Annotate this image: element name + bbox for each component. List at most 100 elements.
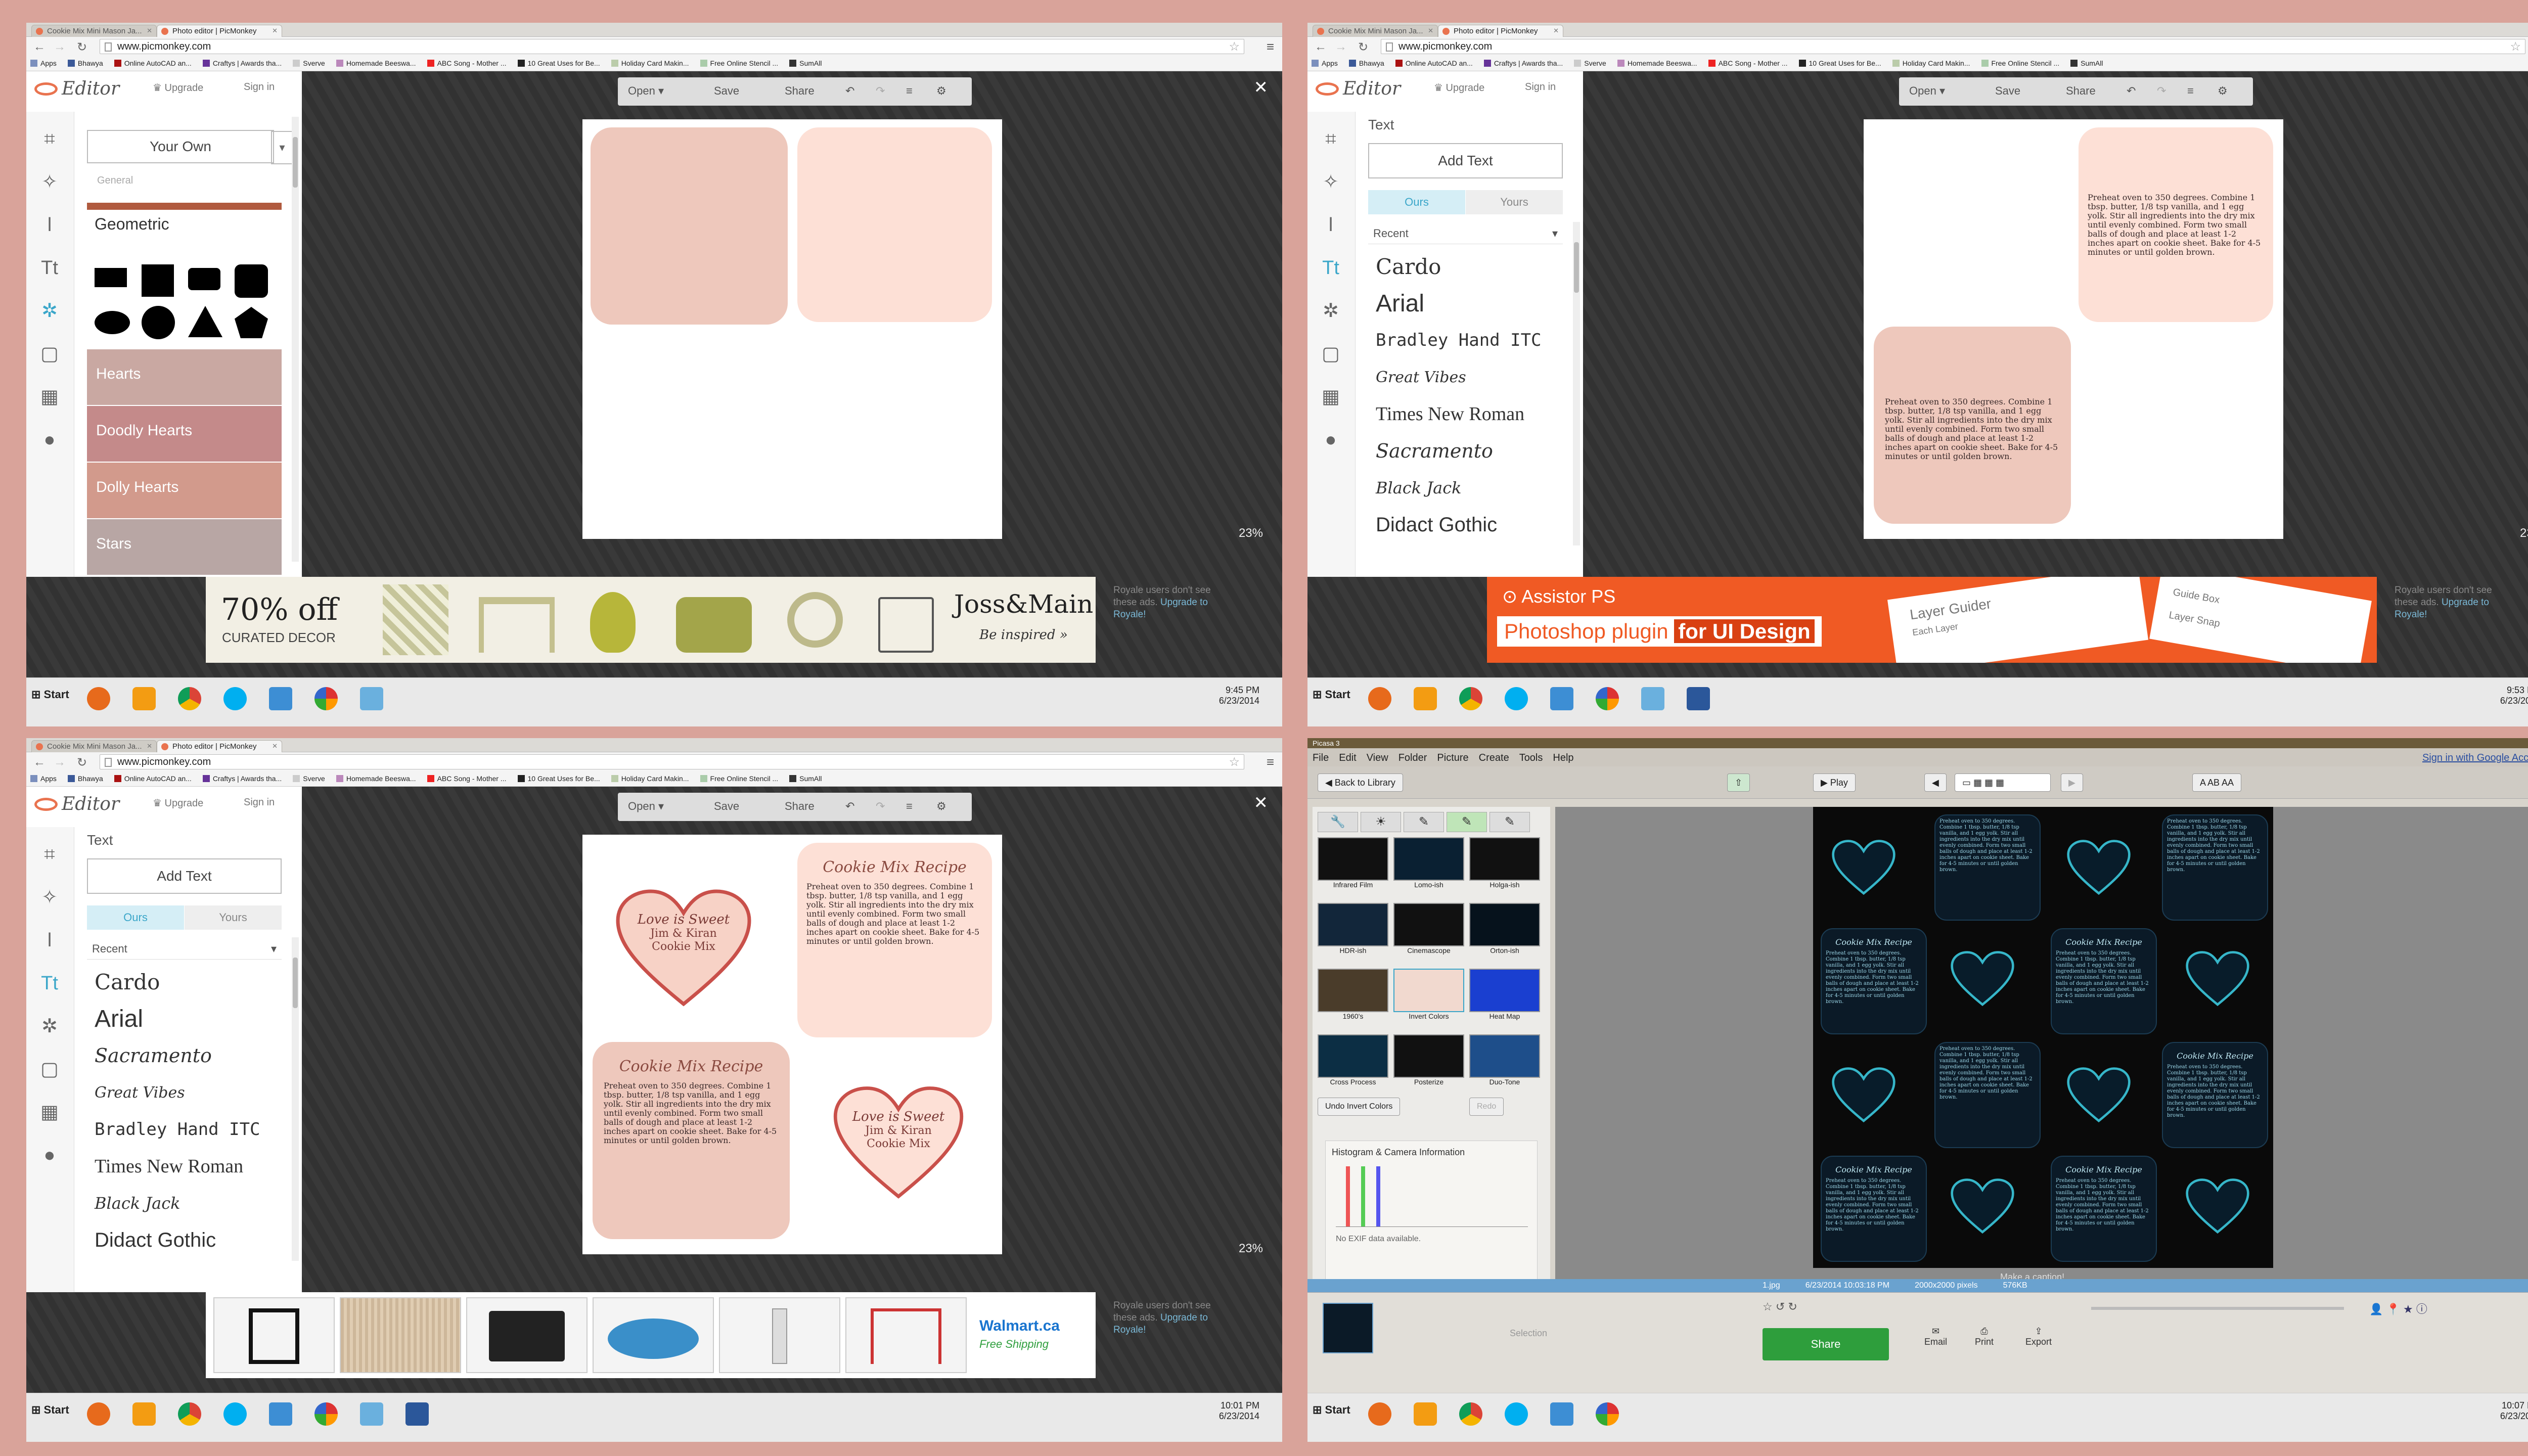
skype-icon[interactable] [223,1402,247,1426]
add-text-button[interactable]: Add Text [1368,143,1563,178]
font-item[interactable]: Didact Gothic [95,1222,292,1259]
category-doodly-hearts[interactable]: Doodly Hearts [87,406,282,462]
frame-icon[interactable]: ▢ [37,342,62,366]
settings-gear-icon[interactable]: ⚙ [936,800,946,813]
bookmark-abc-song[interactable]: ABC Song - Mother ... [427,59,507,67]
font-list-scrollbar[interactable] [292,937,299,1261]
ad-banner[interactable]: 70% off CURATED DECOR Joss&Main Be inspi… [206,577,1096,663]
bookmark-bhawya[interactable]: Bhawya [67,775,103,783]
general-dropdown[interactable]: General [97,175,133,187]
close-tab-icon[interactable]: ✕ [1428,27,1433,35]
effect-posterize[interactable]: Posterize [1393,1034,1464,1090]
settings-gear-icon[interactable]: ⚙ [936,84,946,98]
brush-icon[interactable]: ǀ [1319,213,1343,237]
crop-icon[interactable]: ⌗ [37,842,62,867]
layers-icon[interactable]: ≡ [906,84,913,98]
font-item[interactable]: Arial [1376,285,1573,322]
effect-heat-map[interactable]: Heat Map [1469,969,1540,1024]
close-tab-icon[interactable]: ✕ [272,742,278,750]
text-tool-icon[interactable]: Tt [1319,256,1343,280]
menu-edit[interactable]: Edit [1339,752,1356,764]
magic-wand-icon[interactable]: ✧ [1319,170,1343,194]
editor-canvas[interactable] [582,119,1002,539]
view-mode-icons[interactable]: ▭ ▦ ▦ ▦ [1955,774,2051,792]
menu-icon[interactable]: ≡ [1267,39,1274,55]
media-player-icon[interactable] [132,687,156,710]
redo-icon[interactable]: ↷ [876,84,885,98]
media-player-icon[interactable] [132,1402,156,1426]
upgrade-link[interactable]: ♛ Upgrade [153,797,203,809]
prev-image-icon[interactable]: ◀ [1924,774,1947,792]
save-button[interactable]: Save [1995,84,2020,98]
picasa-icon[interactable] [314,687,338,710]
open-menu[interactable]: Open ▾ [628,800,664,813]
menu-picture[interactable]: Picture [1437,752,1468,764]
bookmark-sumall[interactable]: SumAll [789,59,822,67]
category-dolly-hearts[interactable]: Dolly Hearts [87,463,282,518]
menu-help[interactable]: Help [1553,752,1573,764]
menu-folder[interactable]: Folder [1398,752,1427,764]
bookmark-autocad[interactable]: Online AutoCAD an... [1395,59,1473,67]
save-button[interactable]: Save [714,84,739,98]
start-button[interactable]: ⊞ Start [1313,688,1350,701]
bookmark-sumall[interactable]: SumAll [789,775,822,783]
recipe-card-bottom[interactable]: Cookie Mix Recipe Preheat oven to 350 deg… [593,1042,790,1239]
bookmark-uses[interactable]: 10 Great Uses for Be... [1798,59,1881,67]
butterfly-icon[interactable]: ✲ [37,299,62,323]
magic-wand-icon[interactable]: ✧ [37,885,62,909]
ours-tab[interactable]: Ours [87,905,184,930]
butterfly-icon[interactable]: ✲ [1319,299,1343,323]
magic-wand-icon[interactable]: ✧ [37,170,62,194]
font-item[interactable]: Great Vibes [95,1074,292,1111]
undo-invert-button[interactable]: Undo Invert Colors [1318,1098,1401,1116]
bookmark-uses[interactable]: 10 Great Uses for Be... [517,59,600,67]
recipe-card-top[interactable]: Cookie Mix Recipe Preheat oven to 350 deg… [797,843,992,1037]
square-shape[interactable] [142,264,174,297]
effect-1960s[interactable]: 1960's [1318,969,1388,1024]
tray-tools-icons[interactable]: ☆ ↺ ↻ [1763,1300,1797,1313]
zoom-slider[interactable] [2091,1307,2344,1310]
zoom-level[interactable]: 23% [1239,526,1263,540]
bookmark-star-icon[interactable]: ☆ [1229,755,1240,769]
font-item[interactable]: Times New Roman [95,1148,292,1185]
redo-button[interactable]: Redo [1469,1098,1504,1116]
overlay-source-select[interactable]: Your Own [87,130,293,164]
bookmark-abc-song[interactable]: ABC Song - Mother ... [427,775,507,783]
explorer-icon[interactable] [360,687,383,710]
tab-picmonkey[interactable]: Photo editor | PicMonkey ✕ [1438,25,1563,37]
menu-create[interactable]: Create [1479,752,1509,764]
url-input[interactable]: www.picmonkey.com ☆ [1381,39,2525,54]
upgrade-link[interactable]: ♛ Upgrade [153,81,203,94]
forward-icon[interactable]: → [54,40,66,54]
start-button[interactable]: ⊞ Start [31,688,69,701]
recipe-card-top[interactable]: Preheat oven to 350 degrees. Combine 1 t… [2079,127,2273,322]
close-tab-icon[interactable]: ✕ [1553,27,1559,35]
desktop-icon[interactable] [1550,687,1573,710]
font-item[interactable]: Bradley Hand ITC [1376,322,1573,359]
share-button[interactable]: Share [785,84,815,98]
sign-in-link[interactable]: Sign in [244,797,275,808]
font-item[interactable]: Times New Roman [1376,396,1573,433]
text-tool-icon[interactable]: Tt [37,256,62,280]
undo-icon[interactable]: ↶ [845,800,854,813]
desktop-icon[interactable] [269,1402,292,1426]
share-button[interactable]: Share [1763,1328,1889,1360]
brush-icon[interactable]: ǀ [37,213,62,237]
ours-tab[interactable]: Ours [1368,190,1465,214]
ad-banner[interactable]: Walmart.ca Free Shipping [206,1292,1096,1378]
pentagon-shape[interactable] [235,307,268,338]
tab-picmonkey[interactable]: Photo editor | PicMonkey ✕ [157,25,282,37]
texture-icon[interactable]: ▦ [37,385,62,409]
bookmark-star-icon[interactable]: ☆ [1229,39,1240,54]
effect-orton[interactable]: Orton-ish [1469,903,1540,959]
close-tab-icon[interactable]: ✕ [147,742,152,750]
basic-fixes-tab[interactable]: 🔧 [1318,812,1358,832]
redo-icon[interactable]: ↷ [2157,84,2166,98]
back-icon[interactable]: ← [33,40,46,54]
font-item[interactable]: Great Vibes [1376,359,1573,396]
firefox-icon[interactable] [1368,1402,1391,1426]
bookmark-apps[interactable]: Apps [30,775,57,783]
start-button[interactable]: ⊞ Start [31,1403,69,1417]
texture-icon[interactable]: ▦ [37,1100,62,1124]
bookmark-uses[interactable]: 10 Great Uses for Be... [517,775,600,783]
